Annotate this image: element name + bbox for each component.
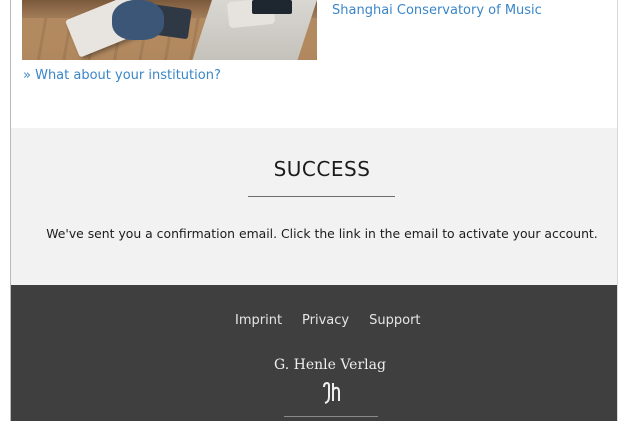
footer-link-imprint[interactable]: Imprint <box>235 313 282 328</box>
footer-link-privacy[interactable]: Privacy <box>302 313 349 328</box>
footer-nav: Imprint Privacy Support <box>235 313 421 328</box>
what-about-your-institution-link[interactable]: » What about your institution? <box>23 68 221 83</box>
success-panel: SUCCESS We've sent you a confirmation em… <box>11 128 617 285</box>
henle-logo-icon <box>323 381 340 404</box>
brand-divider <box>284 416 378 417</box>
success-title: SUCCESS <box>273 157 371 181</box>
photo-person <box>112 0 164 40</box>
footer: Imprint Privacy Support G. Henle Verlag <box>11 285 617 421</box>
footer-link-support[interactable]: Support <box>369 313 420 328</box>
success-message: We've sent you a confirmation email. Cli… <box>46 226 598 241</box>
institution-photo <box>22 0 317 60</box>
photo-object <box>252 0 292 14</box>
institution-link[interactable]: Shanghai Conservatory of Music <box>332 3 542 18</box>
brand-name: G. Henle Verlag <box>274 357 386 373</box>
success-divider <box>248 196 395 197</box>
